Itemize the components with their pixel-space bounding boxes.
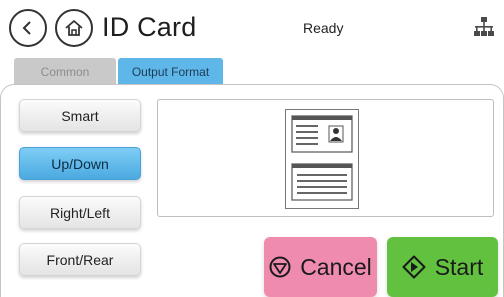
layout-preview [157,99,494,217]
cancel-label: Cancel [300,253,372,280]
back-button[interactable] [9,9,47,47]
option-right-left-button[interactable]: Right/Left [19,196,141,229]
chevron-left-icon [22,21,31,35]
home-button[interactable] [55,9,93,47]
header-bar: ID Card Ready [0,0,504,56]
option-smart-button[interactable]: Smart [19,99,141,132]
page-preview [285,109,359,209]
tab-output-format[interactable]: Output Format [118,58,223,85]
page-title: ID Card [102,12,197,42]
tab-common[interactable]: Common [14,58,116,85]
cancel-button[interactable]: Cancel [264,237,377,297]
id-card-layout-illustration [291,115,353,201]
start-icon [402,255,426,279]
status-text: Ready [303,20,344,36]
option-up-down-button[interactable]: Up/Down [19,147,141,180]
home-icon [65,20,83,36]
option-front-rear-button[interactable]: Front/Rear [19,243,141,276]
stop-icon [269,256,291,278]
start-label: Start [434,253,484,280]
start-button[interactable]: Start [387,237,498,297]
network-icon[interactable] [473,16,495,38]
